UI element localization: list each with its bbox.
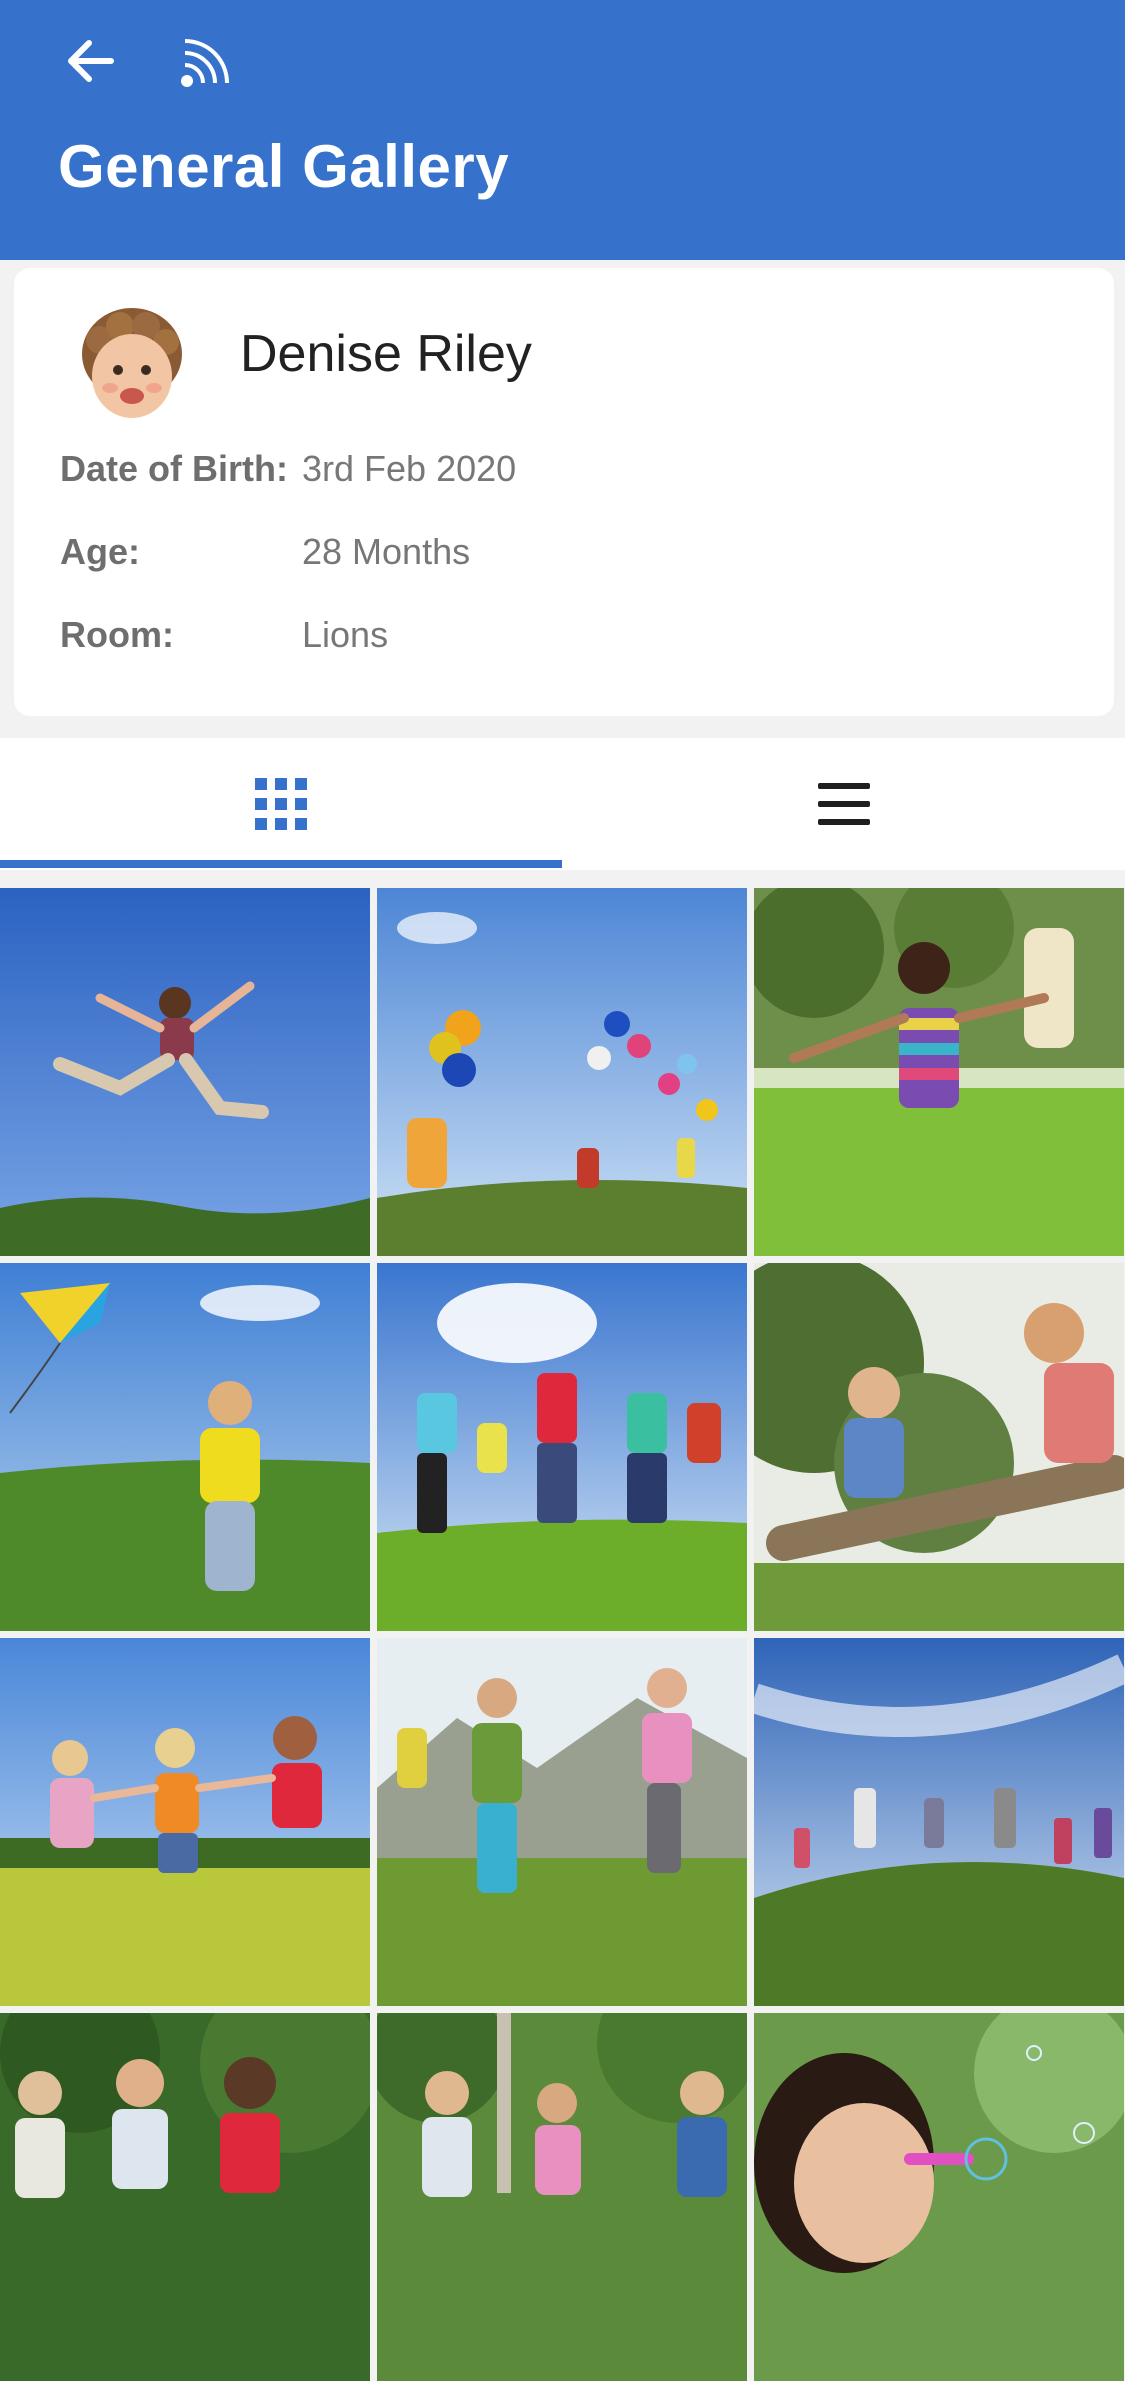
photo-kids-circle-hill[interactable] <box>754 1638 1124 2006</box>
dob-label: Date of Birth: <box>60 448 288 489</box>
child-info-card: Denise Riley Date of Birth: 3rd Feb 2020… <box>14 268 1114 716</box>
active-tab-indicator <box>0 860 562 868</box>
photo-kids-running-hills[interactable] <box>377 1638 747 2006</box>
child-name: Denise Riley <box>240 325 532 383</box>
photo-children-running-forest[interactable] <box>0 2013 370 2381</box>
photo-boy-kite-field[interactable] <box>0 1263 370 1631</box>
photo-girl-running-park[interactable] <box>754 888 1124 1256</box>
page-title: General Gallery <box>58 133 510 200</box>
photo-girl-blowing-bubbles[interactable] <box>754 2013 1124 2381</box>
room-value: Lions <box>302 614 389 655</box>
tab-list-view[interactable] <box>563 738 1125 870</box>
view-tabs <box>0 738 1125 870</box>
room-label: Room: <box>60 614 174 655</box>
age-label: Age: <box>60 531 140 572</box>
back-button[interactable] <box>56 26 126 96</box>
feed-button[interactable] <box>172 26 242 96</box>
photo-kids-walking-park[interactable] <box>377 2013 747 2381</box>
photo-kids-jumping-group[interactable] <box>377 1263 747 1631</box>
photo-children-balloons[interactable] <box>377 888 747 1256</box>
child-avatar[interactable] <box>70 304 194 428</box>
grid-icon <box>255 778 307 830</box>
photo-boy-jumping-sky[interactable] <box>0 888 370 1256</box>
list-icon <box>818 783 870 825</box>
app-header: General Gallery <box>0 0 1125 260</box>
rss-feed-icon <box>181 39 229 87</box>
arrow-left-icon <box>68 40 114 82</box>
age-value: 28 Months <box>302 531 471 572</box>
photo-boys-climbing-log[interactable] <box>754 1263 1124 1631</box>
dob-value: 3rd Feb 2020 <box>302 448 517 489</box>
tab-grid-view[interactable] <box>0 738 562 870</box>
photo-girls-holding-hands[interactable] <box>0 1638 370 2006</box>
